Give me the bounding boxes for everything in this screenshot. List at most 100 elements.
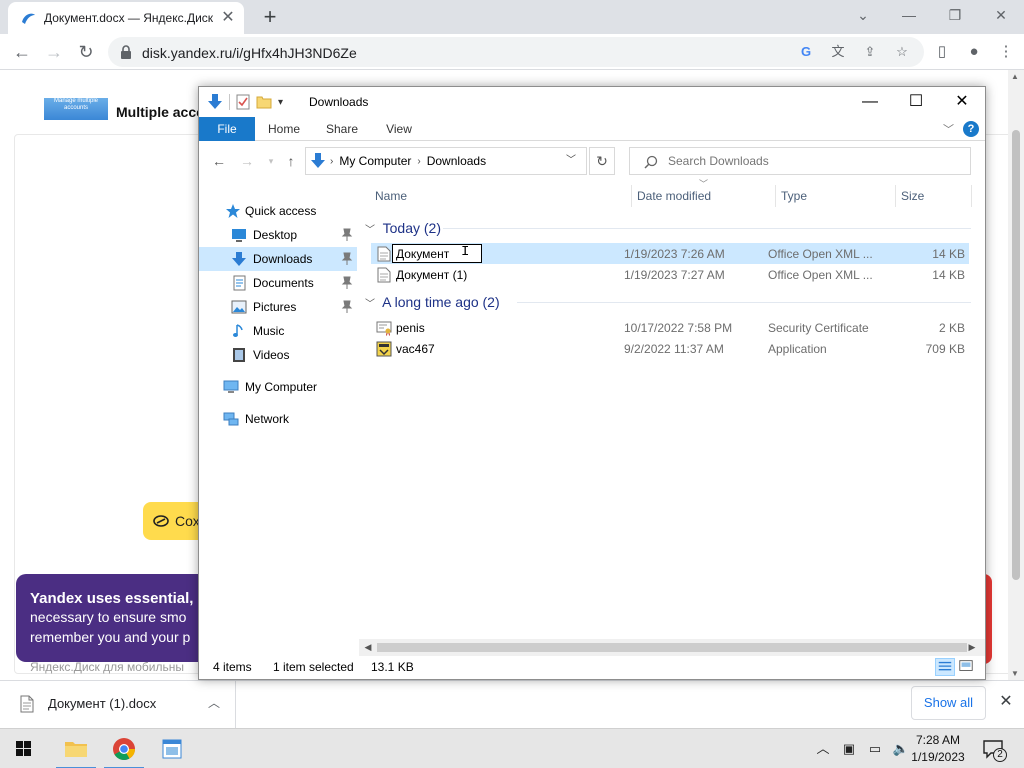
nav-item-network[interactable]: Network: [199, 407, 357, 431]
restore-icon[interactable]: ❐: [932, 0, 978, 30]
file-date: 10/17/2022 7:58 PM: [624, 321, 733, 335]
google-lens-icon[interactable]: G: [794, 42, 818, 62]
customize-qat-icon[interactable]: ▾: [278, 97, 283, 108]
file-row[interactable]: penis 10/17/2022 7:58 PM Security Certif…: [371, 317, 969, 338]
recent-locations-icon[interactable]: ▾: [261, 151, 281, 171]
taskbar-file-explorer[interactable]: [52, 729, 100, 768]
column-size[interactable]: Size: [885, 181, 965, 211]
chevron-up-icon[interactable]: ︿: [204, 693, 224, 713]
nav-item-desktop[interactable]: Desktop: [199, 223, 357, 247]
close-icon[interactable]: ✕: [939, 87, 985, 117]
file-row[interactable]: I 1/19/2023 7:26 AM Office Open XML ... …: [371, 243, 969, 264]
translate-icon[interactable]: 文: [826, 42, 850, 62]
explorer-search-box[interactable]: [629, 147, 971, 175]
breadcrumb-downloads[interactable]: Downloads: [427, 154, 486, 168]
chevron-down-icon[interactable]: ﹀: [365, 220, 379, 242]
maximize-icon[interactable]: ☐: [893, 87, 939, 117]
show-all-button[interactable]: Show all: [911, 686, 986, 720]
nav-item-downloads[interactable]: Downloads: [199, 247, 357, 271]
windows-start-icon[interactable]: [0, 729, 48, 768]
browser-tab-active[interactable]: Документ.docx — Яндекс.Диск ✕: [8, 2, 244, 34]
taskbar-chrome[interactable]: [100, 729, 148, 768]
large-icons-view-button[interactable]: [957, 658, 977, 676]
display-icon[interactable]: ▭: [864, 739, 886, 759]
minimize-icon[interactable]: —: [847, 87, 893, 117]
scroll-down-icon[interactable]: ▼: [1011, 669, 1019, 678]
new-tab-button[interactable]: +: [258, 3, 282, 31]
taskbar-clock[interactable]: 7:28 AM 1/19/2023: [904, 732, 972, 766]
forward-arrow-icon[interactable]: →: [237, 151, 257, 171]
chevron-down-icon[interactable]: ﹀: [365, 294, 379, 316]
chevron-up-icon[interactable]: ︿: [812, 739, 834, 759]
tab-home[interactable]: Home: [259, 117, 309, 141]
download-item[interactable]: Документ (1).docx ︿: [0, 681, 236, 729]
nav-item-videos[interactable]: Videos: [199, 343, 357, 367]
back-button[interactable]: ←: [8, 38, 36, 66]
close-icon[interactable]: ✕: [996, 691, 1016, 713]
file-size: 14 KB: [932, 268, 965, 282]
file-row[interactable]: vac467 9/2/2022 11:37 AM Application 709…: [371, 338, 969, 359]
search-icon: [644, 155, 658, 169]
address-bar[interactable]: disk.yandex.ru/i/gHfx4hJH3ND6Ze G 文 ⇪ ☆: [108, 37, 924, 67]
menu-kebab-icon[interactable]: ⋮: [994, 39, 1018, 65]
tab-file[interactable]: File: [199, 117, 255, 141]
taskbar-app[interactable]: [148, 729, 196, 768]
file-date: 1/19/2023 7:26 AM: [624, 247, 725, 261]
windows-taskbar: ︿ ▣ ▭ 🔈 7:28 AM 1/19/2023 2: [0, 728, 1024, 768]
explorer-address-bar[interactable]: › My Computer › Downloads ﹀: [305, 147, 587, 175]
minimize-icon[interactable]: —: [886, 0, 932, 30]
file-size: 2 KB: [938, 321, 965, 335]
pin-icon: [341, 300, 353, 313]
reload-button[interactable]: ↻: [72, 38, 100, 66]
refresh-icon[interactable]: ↻: [589, 147, 615, 175]
properties-icon[interactable]: [236, 94, 250, 110]
tab-search-icon[interactable]: ⌄: [840, 0, 886, 30]
details-view-button[interactable]: [935, 658, 955, 676]
action-center-button[interactable]: 2: [982, 738, 1007, 762]
search-input[interactable]: [668, 152, 958, 170]
close-icon[interactable]: ✕: [978, 0, 1024, 30]
status-selection-size: 13.1 KB: [371, 660, 414, 674]
chevron-down-icon[interactable]: ﹀: [564, 153, 578, 169]
back-arrow-icon[interactable]: ←: [209, 151, 229, 171]
side-panel-icon[interactable]: ▯: [930, 39, 954, 65]
column-type[interactable]: Type: [765, 181, 885, 211]
new-folder-icon[interactable]: [256, 94, 272, 110]
nav-item-quick-access[interactable]: Quick access: [199, 199, 357, 223]
nav-item-documents[interactable]: Documents: [199, 271, 357, 295]
horizontal-scroll-thumb[interactable]: [377, 643, 967, 652]
nav-item-music[interactable]: Music: [199, 319, 357, 343]
nav-item-my-computer[interactable]: My Computer: [199, 375, 357, 399]
download-arrow-icon[interactable]: [207, 93, 223, 111]
scroll-up-icon[interactable]: ▲: [1011, 72, 1019, 81]
file-name: Документ (1): [396, 268, 468, 282]
download-file-name: Документ (1).docx: [48, 696, 157, 711]
yandex-disk-icon: [153, 515, 169, 527]
bookmark-star-icon[interactable]: ☆: [890, 42, 914, 62]
page-scroll-thumb[interactable]: [1012, 130, 1020, 580]
column-date-modified[interactable]: Date modified: [621, 181, 765, 211]
tab-share[interactable]: Share: [317, 117, 367, 141]
network-status-icon[interactable]: ▣: [838, 739, 860, 759]
page-scrollbar[interactable]: ▲ ▼: [1008, 70, 1024, 680]
scroll-left-icon[interactable]: ◀: [361, 641, 375, 654]
scroll-right-icon[interactable]: ▶: [965, 641, 979, 654]
tab-close-icon[interactable]: ✕: [218, 8, 238, 28]
up-arrow-icon[interactable]: ↑: [281, 151, 301, 171]
tab-title: Документ.docx — Яндекс.Диск: [44, 11, 214, 25]
horizontal-scrollbar[interactable]: ◀ ▶: [359, 639, 985, 656]
share-icon[interactable]: ⇪: [858, 42, 882, 62]
nav-item-pictures[interactable]: Pictures: [199, 295, 357, 319]
quick-access-toolbar: ▾: [207, 93, 283, 111]
forward-button[interactable]: →: [40, 38, 68, 66]
column-name[interactable]: Name: [359, 181, 631, 211]
pin-icon: [341, 228, 353, 241]
file-row[interactable]: Документ (1) 1/19/2023 7:27 AM Office Op…: [371, 264, 969, 285]
details-view-icon: [938, 661, 952, 671]
status-item-count: 4 items: [213, 660, 252, 674]
expand-ribbon-icon[interactable]: ﹀: [943, 121, 954, 137]
profile-avatar-icon[interactable]: ●: [962, 39, 986, 65]
breadcrumb-my-computer[interactable]: My Computer: [339, 154, 411, 168]
tab-view[interactable]: View: [375, 117, 423, 141]
help-icon[interactable]: ?: [963, 121, 979, 137]
